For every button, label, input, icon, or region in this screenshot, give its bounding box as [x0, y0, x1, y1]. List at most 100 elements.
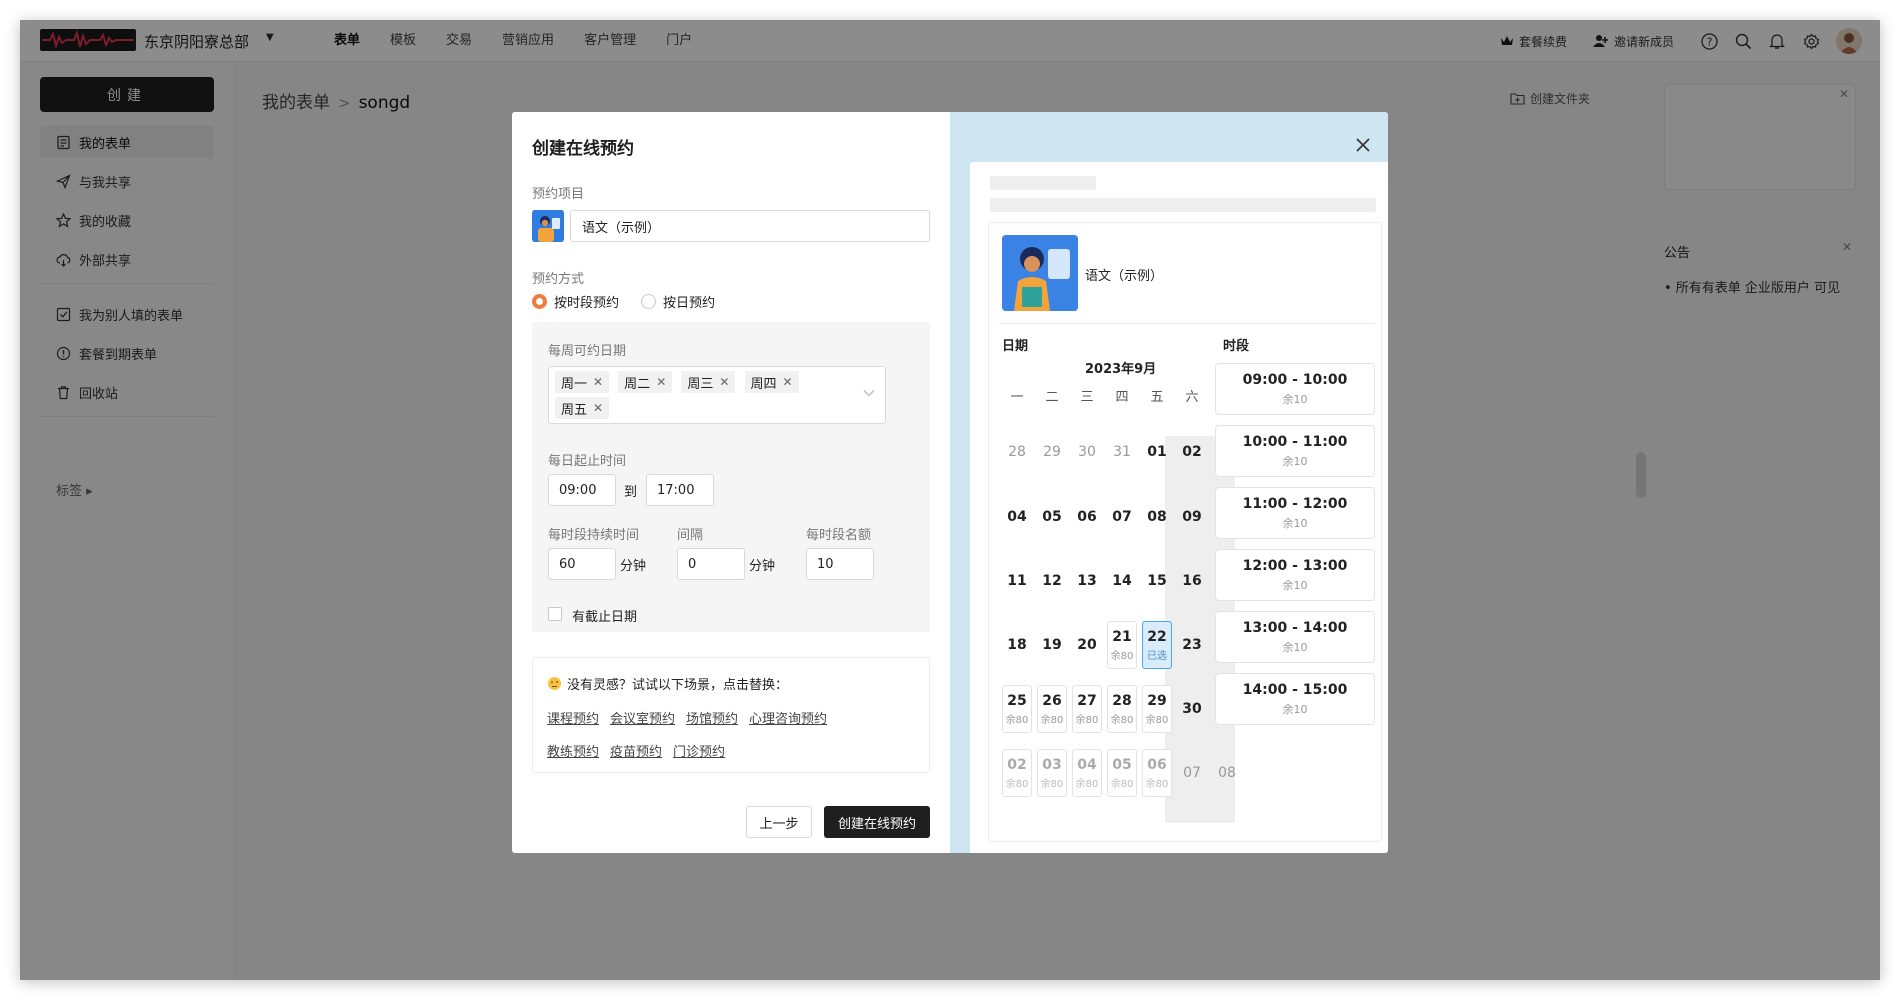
duration-input[interactable] [548, 548, 616, 580]
deadline-checkbox[interactable] [548, 607, 562, 621]
modal-title: 创建在线预约 [532, 139, 634, 159]
slot-remaining: 余10 [1282, 640, 1308, 654]
calendar-day: 05 余80 [1107, 749, 1137, 797]
calendar-day: 14 [1107, 557, 1137, 605]
slot-time: 13:00 - 14:00 [1242, 619, 1348, 636]
weekday-header: 三 [1080, 390, 1094, 405]
day-number: 04 [1007, 509, 1027, 525]
calendar-day: 08 [1142, 493, 1172, 541]
time-slot[interactable]: 10:00 - 11:00 余10 [1215, 425, 1375, 477]
mode-option-label[interactable]: 按日预约 [663, 292, 715, 311]
calendar-day: 12 [1037, 557, 1067, 605]
minute-unit: 分钟 [749, 559, 776, 574]
scenario-link-counseling[interactable]: 心理咨询预约 [749, 708, 827, 727]
day-number: 27 [1077, 692, 1097, 709]
day-number: 30 [1078, 444, 1096, 460]
remove-icon[interactable]: ✕ [593, 375, 603, 389]
day-number: 07 [1183, 765, 1201, 781]
close-icon[interactable] [1352, 134, 1374, 156]
mode-radio-timeslot[interactable] [532, 294, 547, 309]
preview-divider [999, 323, 1375, 324]
booking-config-panel: 创建在线预约 预约项目 预约方式 按时段预约 按日预约 每周可约日期 周一 ✕ 周… [512, 112, 950, 853]
calendar-day[interactable]: 26 余80 [1037, 685, 1067, 733]
item-thumbnail[interactable] [532, 210, 564, 242]
preview-item-name: 语文（示例） [1085, 269, 1164, 284]
item-name-input[interactable] [570, 210, 930, 242]
day-number: 01 [1147, 444, 1167, 460]
calendar-day[interactable]: 28 余80 [1107, 685, 1137, 733]
calendar-day: 19 [1037, 621, 1067, 669]
day-number: 30 [1182, 701, 1202, 717]
to-label: 到 [624, 485, 638, 500]
calendar-day: 31 [1107, 428, 1137, 476]
calendar-day: 29 [1037, 428, 1067, 476]
time-slot[interactable]: 12:00 - 13:00 余10 [1215, 549, 1375, 601]
scenario-links: 课程预约 会议室预约 场馆预约 心理咨询预约 教练预约 疫苗预约 门诊预约 [547, 708, 917, 774]
quota-input[interactable] [806, 548, 874, 580]
day-remaining: 余80 [1040, 778, 1064, 790]
time-slot[interactable]: 13:00 - 14:00 余10 [1215, 611, 1375, 663]
remove-icon[interactable]: ✕ [656, 375, 666, 389]
scenario-link-vaccine[interactable]: 疫苗预约 [610, 741, 662, 760]
daily-time-label: 每日起止时间 [548, 454, 627, 469]
day-remaining: 余80 [1145, 714, 1169, 726]
slot-remaining: 余10 [1282, 578, 1308, 592]
day-remaining: 余80 [1005, 778, 1029, 790]
scenario-link-clinic[interactable]: 门诊预约 [673, 741, 725, 760]
day-remaining: 余80 [1110, 650, 1134, 662]
calendar-day: 16 [1177, 557, 1207, 605]
slot-time: 10:00 - 11:00 [1242, 433, 1348, 450]
weekday-tag-label: 周一 [561, 376, 588, 392]
scenario-head-text: 没有灵感？试试以下场景，点击替换： [567, 678, 789, 693]
app-window: 东京阴阳寮总部 ▼ 表单 模板 交易 营销应用 客户管理 门户 套餐续费 邀请新… [20, 20, 1880, 980]
weekday-header: 五 [1150, 390, 1164, 405]
calendar-day[interactable]: 25 余80 [1002, 685, 1032, 733]
calendar-day[interactable]: 29 余80 [1142, 685, 1172, 733]
prev-step-button[interactable]: 上一步 [746, 806, 812, 838]
slot-remaining: 余10 [1282, 454, 1308, 468]
chevron-down-icon[interactable] [863, 389, 875, 397]
scenario-head: 没有灵感？试试以下场景，点击替换： [547, 674, 788, 693]
skeleton-bar [990, 198, 1376, 212]
start-time-input[interactable] [548, 474, 616, 506]
deadline-label[interactable]: 有截止日期 [572, 606, 637, 625]
scenario-link-course[interactable]: 课程预约 [547, 708, 599, 727]
calendar-day[interactable]: 21 余80 [1107, 621, 1137, 669]
mode-option-label[interactable]: 按时段预约 [554, 292, 619, 311]
day-number: 22 [1147, 628, 1167, 645]
calendar-day: 01 [1142, 428, 1172, 476]
calendar-day-selected[interactable]: 22 已选 [1142, 621, 1172, 669]
calendar-day: 28 [1002, 428, 1032, 476]
day-number: 06 [1147, 756, 1167, 773]
weekday-header: 四 [1115, 390, 1129, 405]
time-slot-list[interactable]: 09:00 - 10:00 余10 10:00 - 11:00 余10 11:00 - … [1215, 363, 1375, 735]
day-number: 12 [1042, 573, 1062, 589]
weekday-tag-label: 周五 [561, 402, 588, 418]
create-booking-button[interactable]: 创建在线预约 [824, 806, 930, 838]
day-number: 02 [1007, 756, 1027, 773]
slot-time: 14:00 - 15:00 [1242, 681, 1348, 698]
time-slot[interactable]: 11:00 - 12:00 余10 [1215, 487, 1375, 539]
slot-time: 11:00 - 12:00 [1242, 495, 1348, 512]
mode-radio-daily[interactable] [641, 294, 657, 309]
timeslot-config: 每周可约日期 周一 ✕ 周二 ✕ 周三 ✕ 周四 ✕ 周五 ✕ 每日起止时间 到 每时段持… [532, 322, 930, 632]
calendar-day: 20 [1072, 621, 1102, 669]
remove-icon[interactable]: ✕ [783, 375, 793, 389]
scenario-link-venue[interactable]: 场馆预约 [686, 708, 738, 727]
weekday-tag-label: 周四 [750, 376, 777, 392]
day-number: 31 [1113, 444, 1131, 460]
time-slot[interactable]: 14:00 - 15:00 余10 [1215, 673, 1375, 725]
scenario-link-coach[interactable]: 教练预约 [547, 741, 599, 760]
remove-icon[interactable]: ✕ [719, 375, 729, 389]
time-slot[interactable]: 09:00 - 10:00 余10 [1215, 363, 1375, 415]
weekday-select[interactable]: 周一 ✕ 周二 ✕ 周三 ✕ 周四 ✕ 周五 ✕ [548, 366, 886, 424]
scenario-link-meeting-room[interactable]: 会议室预约 [610, 708, 675, 727]
end-time-input[interactable] [646, 474, 714, 506]
calendar-day[interactable]: 27 余80 [1072, 685, 1102, 733]
weekday-tag: 周一 ✕ [555, 371, 610, 393]
remove-icon[interactable]: ✕ [593, 401, 603, 415]
duration-label: 每时段持续时间 [548, 528, 640, 543]
day-number: 25 [1007, 692, 1027, 709]
day-number: 18 [1007, 637, 1027, 653]
interval-input[interactable] [677, 548, 745, 580]
